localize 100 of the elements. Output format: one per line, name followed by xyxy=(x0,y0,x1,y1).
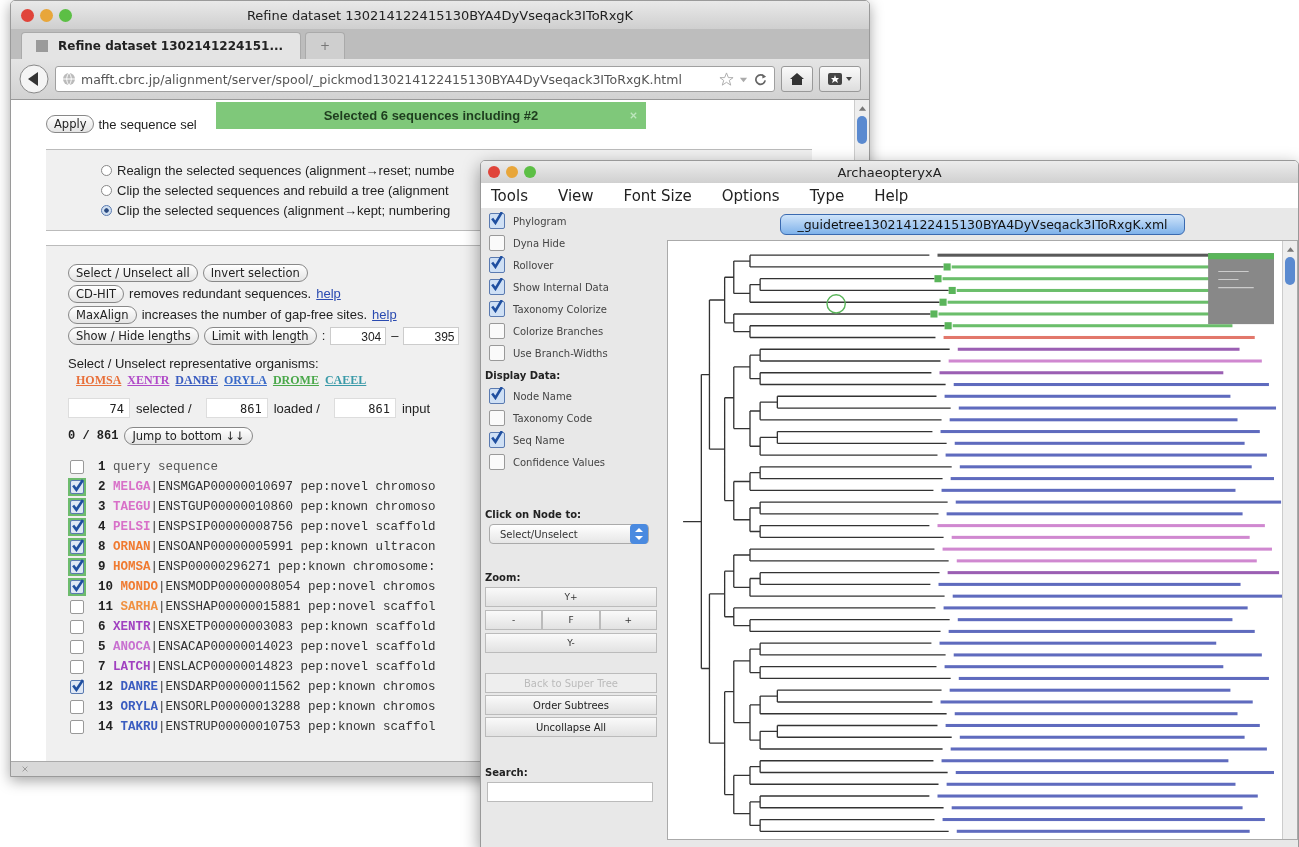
count-field[interactable]: 861 xyxy=(205,398,268,418)
organisms-label: Select / Unselect representative organisms: xyxy=(68,356,320,371)
max-length-field[interactable]: 395 xyxy=(403,326,460,345)
sequence-checkbox[interactable] xyxy=(68,638,86,656)
sequence-checkbox[interactable] xyxy=(68,618,86,636)
radio-button[interactable] xyxy=(101,164,112,176)
sequence-checkbox[interactable] xyxy=(68,698,86,716)
sequence-label: 8 ORNAN|ENSOANP00000005991 pep:known ultracon xyxy=(98,540,436,554)
help-link[interactable]: help xyxy=(372,307,397,322)
sequence-checkbox[interactable] xyxy=(68,478,86,496)
sequence-checkbox[interactable] xyxy=(68,518,86,536)
option-label: Dyna Hide xyxy=(513,237,566,249)
sequence-checkbox[interactable] xyxy=(68,458,86,476)
menu-item[interactable]: Tools xyxy=(491,186,528,205)
sequence-checkbox[interactable] xyxy=(68,718,86,736)
tree-action-button[interactable]: Uncollapse All xyxy=(485,717,657,737)
menu-item[interactable]: Options xyxy=(721,186,780,205)
scrollbar[interactable] xyxy=(1282,241,1297,839)
sequence-label: 9 HOMSA|ENSP00000296271 pep:known chromosome: xyxy=(98,560,436,574)
zoom-button[interactable]: + xyxy=(599,610,657,630)
organism-link[interactable]: XENTR xyxy=(127,373,170,388)
minimize-button[interactable] xyxy=(506,166,518,178)
option-checkbox[interactable] xyxy=(489,410,505,426)
option-checkbox[interactable] xyxy=(489,432,505,448)
menu-item[interactable]: Type xyxy=(809,186,845,205)
bookmarks-icon xyxy=(827,71,853,87)
menu-item[interactable]: View xyxy=(557,186,594,205)
globe-icon xyxy=(62,72,76,86)
menu-item[interactable]: Help xyxy=(874,186,909,205)
count-field[interactable]: 861 xyxy=(333,398,396,418)
address-bar[interactable]: mafft.cbrc.jp/alignment/server/spool/_pickmod130214122415130BYA4DyVseqack3IToRxgK.html xyxy=(55,66,775,92)
back-button[interactable] xyxy=(19,64,49,94)
close-button[interactable] xyxy=(21,8,34,22)
option-checkbox[interactable] xyxy=(489,301,505,317)
colon-separator: : xyxy=(321,328,326,343)
radio-label: Clip the selected sequences (alignment→kept; numbering xyxy=(117,202,451,218)
option-label: Use Branch-Widths xyxy=(513,347,608,359)
selection-button[interactable]: Select / Unselect all xyxy=(68,263,198,282)
organism-link[interactable]: DANRE xyxy=(175,373,219,388)
zoom-button[interactable]: F xyxy=(542,610,600,630)
scrollbar[interactable] xyxy=(854,100,869,162)
radio-button[interactable] xyxy=(101,184,112,196)
home-button[interactable] xyxy=(781,66,813,92)
sequence-checkbox[interactable] xyxy=(68,538,86,556)
scroll-thumb[interactable] xyxy=(857,116,867,144)
menu-item[interactable]: Font Size xyxy=(623,186,692,205)
tool-button[interactable]: CD-HIT xyxy=(68,284,125,303)
tree-file-button[interactable]: _guidetree130214122415130BYA4DyVseqack3IToRxgK.xml xyxy=(780,213,1185,235)
window-title: Refine dataset 130214122415130BYA4DyVseqack3IToRxgK xyxy=(246,7,634,23)
zoom-button[interactable]: Y- xyxy=(485,633,657,653)
search-field[interactable] xyxy=(487,782,653,802)
sequence-label: 11 SARHA|ENSSHAP00000015881 pep:novel scaffol xyxy=(98,600,436,614)
sequence-checkbox[interactable] xyxy=(68,578,86,596)
sequence-checkbox[interactable] xyxy=(68,558,86,576)
reload-icon[interactable] xyxy=(753,71,768,87)
sequence-checkbox[interactable] xyxy=(68,598,86,616)
sequence-checkbox[interactable] xyxy=(68,658,86,676)
radio-button[interactable] xyxy=(101,204,112,216)
minimize-button[interactable] xyxy=(40,8,53,22)
option-checkbox[interactable] xyxy=(489,257,505,273)
zoom-button[interactable] xyxy=(524,166,536,178)
help-link[interactable]: help xyxy=(316,286,341,301)
option-checkbox[interactable] xyxy=(489,213,505,229)
tool-button[interactable]: MaxAlign xyxy=(68,305,137,324)
scroll-thumb[interactable] xyxy=(1285,257,1295,285)
overview-thumbnail[interactable] xyxy=(1208,253,1274,325)
sequence-label: 4 PELSI|ENSPSIP00000008756 pep:novel scaffold xyxy=(98,520,436,534)
jump-button[interactable]: Jump to bottom ↓↓ xyxy=(124,427,253,445)
range-dash: – xyxy=(391,328,399,343)
apply-button[interactable]: Apply xyxy=(46,115,95,133)
zoom-button[interactable]: Y+ xyxy=(485,587,657,607)
section-heading: Click on Node to: xyxy=(485,509,583,520)
scroll-up-icon[interactable] xyxy=(1285,245,1295,253)
zoom-button[interactable]: - xyxy=(485,610,543,630)
toggle-lengths-button[interactable]: Show / Hide lengths xyxy=(68,326,199,345)
node-action-select[interactable]: Select/Unselect xyxy=(489,524,649,544)
sequence-checkbox[interactable] xyxy=(68,498,86,516)
close-button[interactable] xyxy=(488,166,500,178)
option-checkbox[interactable] xyxy=(489,388,505,404)
zoom-button[interactable] xyxy=(59,8,72,22)
option-checkbox[interactable] xyxy=(489,454,505,470)
count-field[interactable]: 74 xyxy=(68,398,130,418)
option-checkbox[interactable] xyxy=(489,279,505,295)
sequence-checkbox[interactable] xyxy=(68,678,86,696)
min-length-field[interactable]: 304 xyxy=(330,326,387,345)
tree-action-button[interactable]: Order Subtrees xyxy=(485,695,657,715)
bookmarks-button[interactable] xyxy=(819,66,861,92)
scroll-up-icon[interactable] xyxy=(857,104,867,112)
limit-length-button[interactable]: Limit with length xyxy=(203,326,317,345)
option-checkbox[interactable] xyxy=(489,345,505,361)
sequence-label: 14 TAKRU|ENSTRUP00000010753 pep:known scaffol xyxy=(98,720,436,734)
option-checkbox[interactable] xyxy=(489,235,505,251)
browser-tab[interactable]: Refine dataset 1302141224151... xyxy=(21,32,301,59)
organism-link[interactable]: ORYLA xyxy=(224,373,267,388)
close-icon[interactable] xyxy=(21,765,29,773)
selection-button[interactable]: Invert selection xyxy=(202,263,308,282)
home-icon xyxy=(789,71,805,87)
star-icon[interactable] xyxy=(719,71,734,87)
option-checkbox[interactable] xyxy=(489,323,505,339)
notification-text: Selected 6 sequences including #2 xyxy=(323,108,539,123)
